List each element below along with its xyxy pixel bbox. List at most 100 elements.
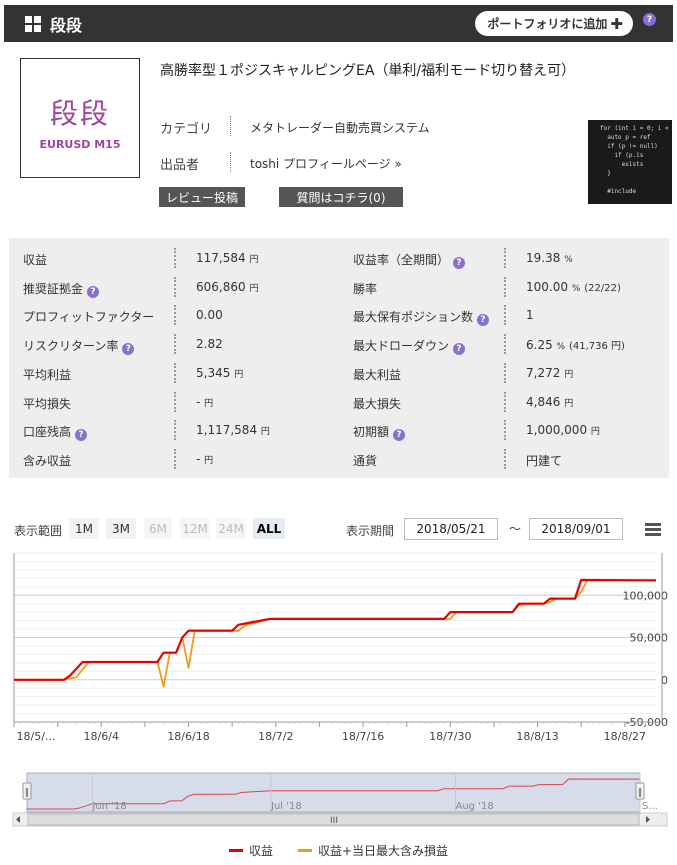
- stat-row: プロフィットファクター 0.00 最大保有ポジション数? 1: [9, 301, 669, 329]
- stat-value: 1,117,584: [196, 423, 258, 438]
- stat-label-cell: 最大損失: [353, 395, 401, 412]
- x-tick-label: 18/7/2: [258, 730, 293, 743]
- stat-label: 最大損失: [353, 396, 402, 411]
- logo-text: 段段: [49, 96, 110, 130]
- help-icon[interactable]: ?: [643, 13, 656, 26]
- stat-label: 勝率: [353, 281, 378, 296]
- product-thumbnail[interactable]: for (int i = 0; i < auto p = ref if (p !…: [588, 120, 672, 204]
- divider: [174, 362, 176, 383]
- help-icon[interactable]: ?: [453, 343, 466, 356]
- page-title: 段段: [50, 15, 83, 35]
- code-line: if (p != null): [600, 143, 658, 150]
- stat-value: 円建て: [526, 453, 563, 468]
- review-button[interactable]: レビュー投稿: [159, 187, 245, 207]
- stat-label-cell: 最大ドローダウン?: [353, 337, 466, 356]
- help-icon[interactable]: ?: [122, 343, 135, 356]
- stat-label-cell: 収益率（全期間）?: [353, 251, 466, 269]
- stat-value-cell: 19.38 %: [526, 251, 573, 265]
- stat-label-cell: 含み収益: [23, 452, 71, 469]
- category-value[interactable]: メタトレーダー自動売買システム: [250, 119, 430, 136]
- legend-item-profit[interactable]: 収益: [229, 842, 273, 859]
- stat-row: 含み収益 - 円 通貨 円建て: [9, 445, 669, 473]
- logo-subtitle: EURUSD M15: [39, 137, 121, 151]
- stat-label: 平均損失: [23, 396, 72, 411]
- menu-icon[interactable]: [645, 523, 661, 538]
- help-icon[interactable]: ?: [87, 285, 100, 298]
- stat-label: 推奨証拠金: [23, 281, 84, 296]
- category-row: カテゴリ メタトレーダー自動売買システム: [160, 116, 430, 137]
- divider: [504, 334, 506, 355]
- stat-label: 収益率（全期間）: [353, 253, 450, 267]
- add-to-portfolio-button[interactable]: ポートフォリオに追加 ✚: [475, 11, 633, 36]
- stat-label: 最大ドローダウン: [353, 339, 450, 354]
- stat-label: 収益: [23, 253, 48, 267]
- stat-value-cell: 1,000,000 円: [526, 423, 600, 437]
- help-icon[interactable]: ?: [477, 314, 490, 327]
- stat-row: リスクリターン率? 2.82 最大ドローダウン? 6.25 % (41,736 円): [9, 330, 669, 358]
- stat-unit: %: [556, 342, 566, 353]
- stat-label: 最大保有ポジション数: [353, 310, 474, 325]
- code-line: if (p.is: [600, 152, 644, 159]
- navigator-month-label: S...: [642, 801, 658, 812]
- stat-value: 2.82: [196, 337, 223, 352]
- y-tick-label: 100,000: [623, 589, 669, 602]
- divider: [174, 305, 176, 326]
- legend-swatch-orange: [298, 849, 312, 852]
- stat-value: -: [196, 394, 201, 409]
- divider: [230, 116, 231, 136]
- divider: [504, 420, 506, 441]
- stat-label-cell: 通貨: [353, 452, 377, 469]
- stat-value: 6.25: [526, 338, 553, 353]
- stat-value: 4,846: [526, 394, 561, 409]
- stat-unit: 円: [564, 369, 574, 380]
- range-button-all[interactable]: ALL: [253, 518, 285, 539]
- stat-unit: 円: [249, 283, 259, 294]
- stat-value-cell: - 円: [196, 395, 213, 409]
- stat-value-cell: 6.25 % (41,736 円): [526, 337, 625, 352]
- help-icon[interactable]: ?: [75, 429, 88, 442]
- date-from-input[interactable]: 2018/05/21: [404, 518, 498, 540]
- range-button-3m[interactable]: 3M: [106, 518, 136, 539]
- help-icon[interactable]: ?: [453, 257, 466, 269]
- question-button[interactable]: 質問はコチラ(0): [279, 187, 403, 207]
- divider: [504, 248, 506, 268]
- stat-unit: 円: [234, 369, 244, 380]
- stat-value-cell: 5,345 円: [196, 366, 243, 380]
- stat-row: 収益 117,584 円 収益率（全期間）? 19.38 %: [9, 244, 669, 272]
- x-tick-label: 18/6/18: [167, 730, 209, 743]
- stat-row: 口座残高? 1,117,584 円 初期額? 1,000,000 円: [9, 416, 669, 444]
- x-tick-label: 18/7/16: [342, 730, 384, 743]
- seller-label: 出品者: [160, 158, 200, 173]
- divider: [174, 420, 176, 441]
- stat-label-cell: リスクリターン率?: [23, 337, 135, 356]
- stat-unit: 円: [204, 398, 214, 409]
- legend-item-floating[interactable]: 収益+当日最大含み損益: [298, 842, 448, 859]
- help-icon[interactable]: ?: [393, 429, 406, 442]
- legend-label: 収益+当日最大含み損益: [318, 844, 449, 858]
- navigator-month-label: Jun '18: [91, 801, 126, 812]
- divider: [504, 448, 506, 469]
- stat-value-cell: 1,117,584 円: [196, 423, 270, 437]
- range-button-1m[interactable]: 1M: [69, 518, 99, 539]
- stat-value: 117,584: [196, 251, 246, 265]
- chart-navigator[interactable]: Jun '18 Jul '18 Aug '18 S... ‖ ‖ III: [0, 768, 677, 828]
- stat-label-cell: 口座残高?: [23, 423, 88, 442]
- divider: [174, 391, 176, 412]
- stat-label: 含み収益: [23, 453, 72, 468]
- stat-value-cell: 100.00 % (22/22): [526, 280, 621, 294]
- stat-value: 100.00: [526, 279, 568, 294]
- stat-label-cell: 最大保有ポジション数?: [353, 308, 490, 327]
- seller-link[interactable]: toshi プロフィールページ »: [250, 155, 402, 172]
- code-line: #include: [600, 188, 637, 195]
- stat-value-cell: 606,860 円: [196, 280, 258, 294]
- stat-value: 1,000,000: [526, 423, 588, 438]
- stat-unit: 円: [249, 255, 259, 265]
- divider: [504, 276, 506, 297]
- divider: [504, 362, 506, 383]
- date-to-input[interactable]: 2018/09/01: [529, 518, 623, 540]
- handle-grip-icon: ‖: [638, 788, 643, 798]
- code-line: exists: [600, 161, 644, 168]
- stat-label-cell: 勝率: [353, 280, 377, 297]
- x-tick-label: 18/8/13: [516, 730, 558, 743]
